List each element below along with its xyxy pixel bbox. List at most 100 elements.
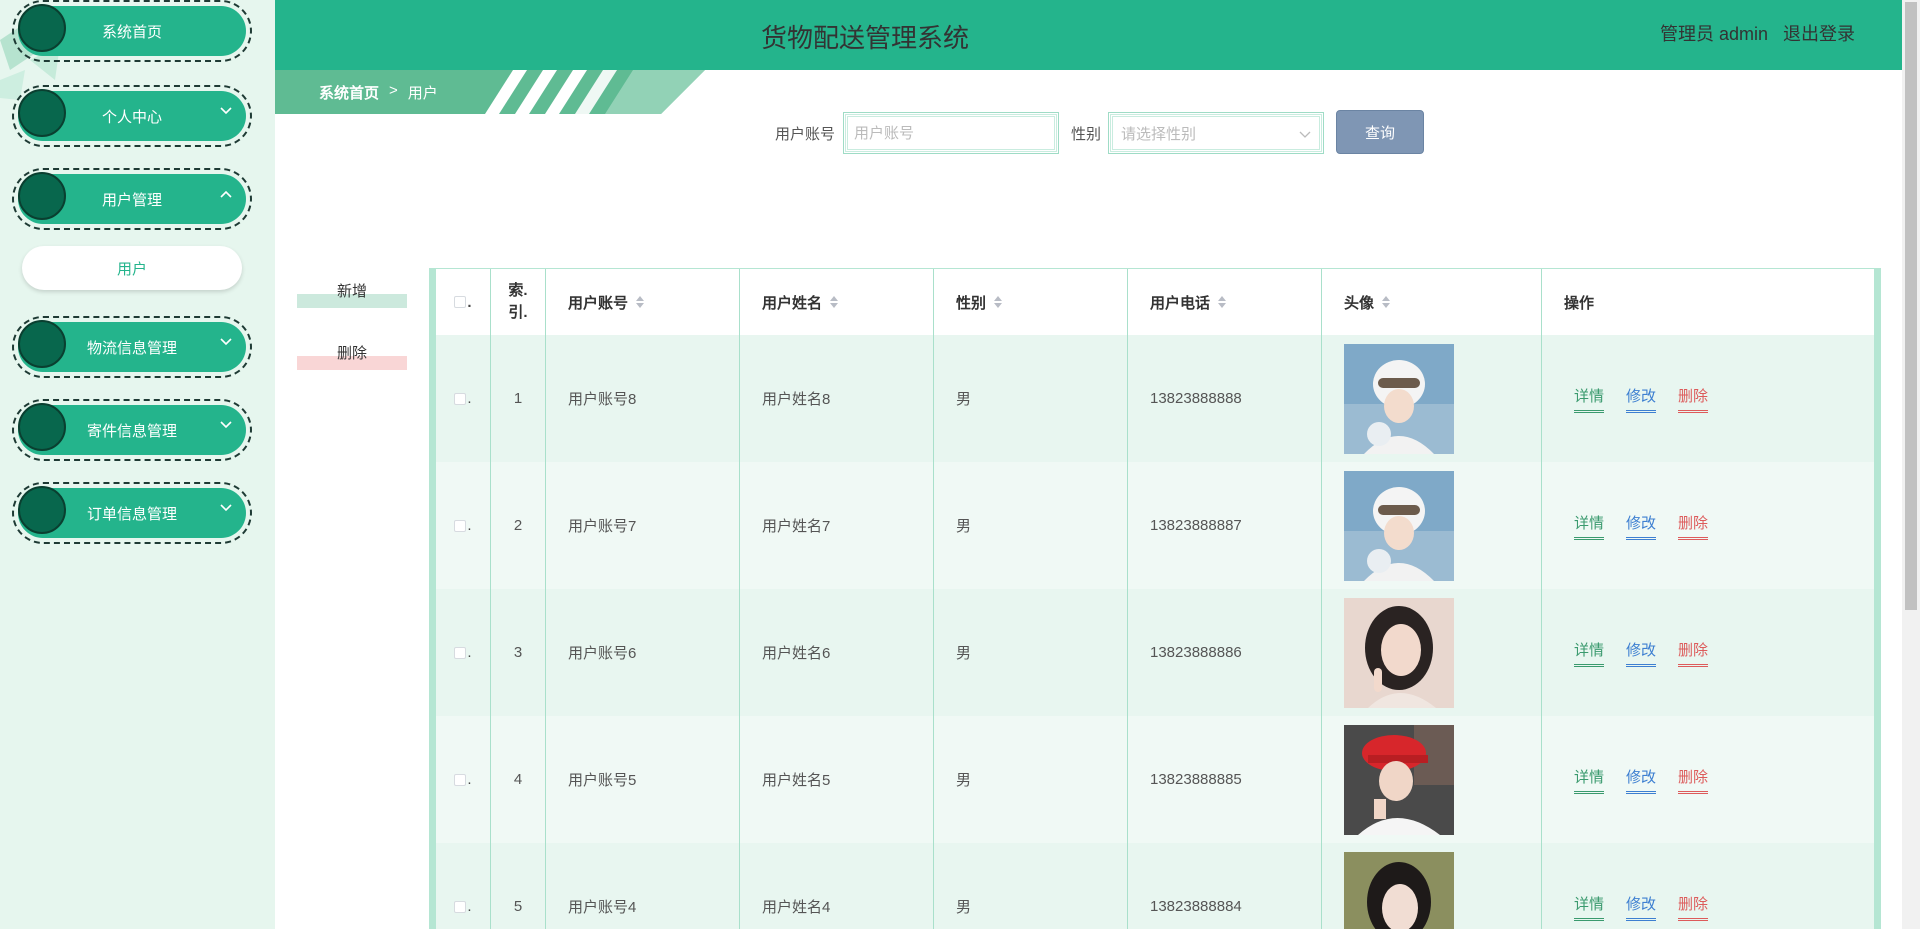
row-avatar-cell [1322,843,1542,929]
table-row: . 4 用户账号5 用户姓名5 男 13823888885 详情 修改 删除 [436,716,1874,843]
chevron-up-icon [218,186,234,202]
edit-link[interactable]: 修改 [1626,766,1657,794]
row-index: 3 [491,589,546,716]
sidebar-item-user-management[interactable]: 用户管理 [12,168,252,230]
sidebar-item-logistics-management[interactable]: 物流信息管理 [12,316,252,378]
chevron-down-icon [218,334,234,350]
row-operations: 详情 修改 删除 [1542,843,1874,929]
sidebar-item-dot-icon [18,89,66,137]
row-checkbox[interactable] [454,646,467,659]
row-phone: 13823888887 [1128,462,1322,589]
detail-link[interactable]: 详情 [1574,385,1605,413]
row-checkbox-cell[interactable]: . [436,716,491,843]
header-avatar-label: 头像 [1344,294,1375,312]
row-index: 5 [491,843,546,929]
row-checkbox-cell[interactable]: . [436,589,491,716]
page-scrollbar[interactable] [1902,0,1920,929]
checkbox-suffix: . [467,644,472,661]
select-all-checkbox[interactable] [454,296,467,308]
row-checkbox[interactable] [454,900,467,913]
edit-link[interactable]: 修改 [1626,893,1657,921]
sort-icon[interactable] [830,296,839,308]
sidebar-subitem-user[interactable]: 用户 [22,246,242,290]
add-button-label: 新增 [336,283,367,300]
sidebar-item-home[interactable]: 系统首页 [12,0,252,62]
row-checkbox-cell[interactable]: . [436,462,491,589]
sidebar-item-label: 寄件信息管理 [86,422,177,440]
row-checkbox-cell[interactable]: . [436,335,491,462]
scrollbar-thumb[interactable] [1905,2,1917,610]
batch-delete-button[interactable]: 删除 [297,342,407,370]
sidebar-item-personal-center[interactable]: 个人中心 [12,85,252,147]
header-gender[interactable]: 性别 [934,269,1128,335]
row-account: 用户账号4 [546,843,740,929]
avatar [1344,343,1454,454]
row-checkbox-cell[interactable]: . [436,843,491,929]
row-gender: 男 [934,716,1128,843]
detail-link[interactable]: 详情 [1574,639,1605,667]
sidebar-item-dot-icon [18,172,66,220]
chevron-down-icon [218,417,234,433]
delete-link[interactable]: 删除 [1678,893,1709,921]
edit-link[interactable]: 修改 [1626,639,1657,667]
header-name[interactable]: 用户姓名 [740,269,934,335]
query-button[interactable]: 查询 [1336,110,1424,154]
header-phone[interactable]: 用户电话 [1128,269,1322,335]
checkbox-suffix: . [467,517,472,534]
header-name-label: 用户姓名 [762,294,823,312]
chevron-down-icon [218,500,234,516]
add-button[interactable]: 新增 [297,280,407,308]
edit-link[interactable]: 修改 [1626,385,1657,413]
row-avatar-cell [1322,335,1542,462]
detail-link[interactable]: 详情 [1574,893,1605,921]
sidebar-item-label: 系统首页 [101,23,162,41]
sidebar-subitem-label: 用户 [116,260,147,278]
sidebar-item-label: 物流信息管理 [86,339,177,357]
batch-delete-button-label: 删除 [336,345,367,362]
row-operations: 详情 修改 删除 [1542,716,1874,843]
delete-link[interactable]: 删除 [1678,639,1709,667]
checkbox-suffix: . [467,390,472,407]
account-search-input[interactable] [843,112,1059,154]
row-operations: 详情 修改 删除 [1542,589,1874,716]
table-row: . 5 用户账号4 用户姓名4 男 13823888884 详情 修改 删除 [436,843,1874,929]
row-account: 用户账号8 [546,335,740,462]
sidebar-item-order-management[interactable]: 订单信息管理 [12,482,252,544]
header-checkbox-cell[interactable]: . [436,269,491,335]
sidebar-item-label: 订单信息管理 [86,505,177,523]
row-checkbox[interactable] [454,392,467,405]
breadcrumb-home[interactable]: 系统首页 [319,82,379,103]
row-phone: 13823888885 [1128,716,1322,843]
delete-link[interactable]: 删除 [1678,766,1709,794]
sort-icon[interactable] [994,296,1003,308]
row-checkbox[interactable] [454,519,467,532]
edit-link[interactable]: 修改 [1626,512,1657,540]
avatar [1344,851,1454,929]
row-checkbox[interactable] [454,773,467,786]
table-row: . 2 用户账号7 用户姓名7 男 13823888887 详情 修改 删除 [436,462,1874,589]
logout-link[interactable]: 退出登录 [1783,20,1855,46]
header-account[interactable]: 用户账号 [546,269,740,335]
checkbox-suffix: . [467,898,472,915]
row-gender: 男 [934,462,1128,589]
header-index-line1: 索. [508,282,528,299]
delete-link[interactable]: 删除 [1678,512,1709,540]
breadcrumb: 系统首页 > 用户 [275,70,705,114]
checkbox-suffix: . [467,293,472,311]
sidebar-item-dot-icon [18,486,66,534]
delete-link[interactable]: 删除 [1678,385,1709,413]
sort-icon[interactable] [636,296,645,308]
sort-icon[interactable] [1218,296,1227,308]
detail-link[interactable]: 详情 [1574,512,1605,540]
header-avatar[interactable]: 头像 [1322,269,1542,335]
sidebar: 系统首页 个人中心 用户管理 用户 物流信息管理 寄件信息管理 订单信息管理 [0,0,275,929]
gender-select[interactable]: 请选择性别 [1108,112,1324,154]
header-operations: 操作 [1542,269,1874,335]
breadcrumb-current: 用户 [407,85,438,102]
sidebar-item-label: 用户管理 [101,191,162,209]
sort-icon[interactable] [1382,296,1391,308]
detail-link[interactable]: 详情 [1574,766,1605,794]
sidebar-item-shipment-management[interactable]: 寄件信息管理 [12,399,252,461]
row-operations: 详情 修改 删除 [1542,462,1874,589]
row-avatar-cell [1322,589,1542,716]
